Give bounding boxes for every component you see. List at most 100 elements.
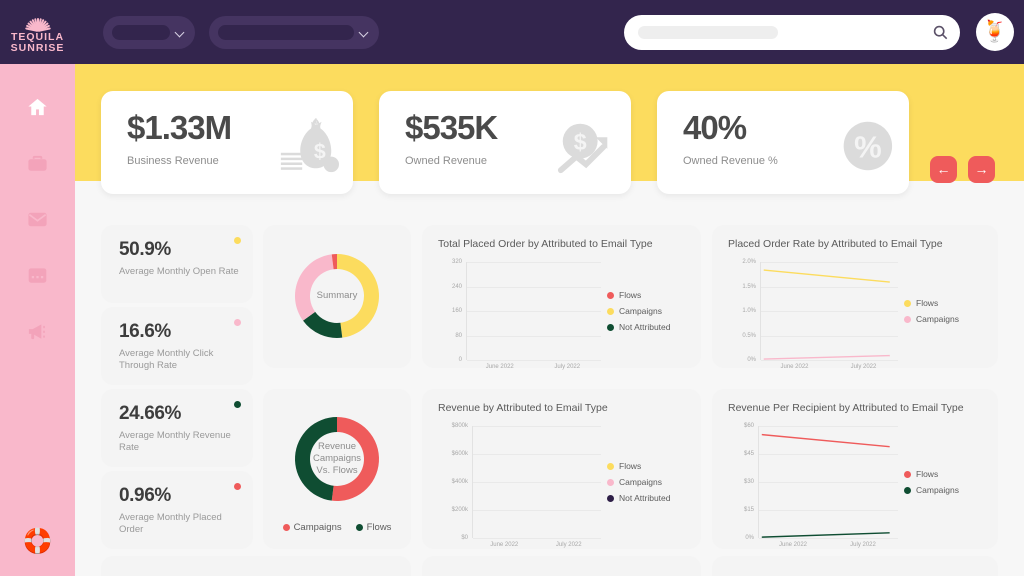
legend-dot xyxy=(607,462,614,470)
filter-select-1[interactable] xyxy=(103,15,195,49)
sidebar-item-campaigns[interactable] xyxy=(17,310,59,352)
kpi-card-owned-revenue: $535K Owned Revenue $ xyxy=(379,91,631,194)
sidebar-item-briefcase[interactable] xyxy=(17,142,59,184)
legend-dot xyxy=(355,524,363,531)
x-tick-label: July 2022 xyxy=(850,364,877,370)
y-tick-label: 80 xyxy=(455,332,462,339)
plot-area xyxy=(760,262,898,361)
y-tick-label: $600k xyxy=(451,451,468,457)
legend-dot xyxy=(282,524,290,531)
legend-label: Campaigns xyxy=(916,314,959,324)
status-dot xyxy=(234,401,241,408)
legend-label: Flows xyxy=(916,469,939,479)
line xyxy=(764,270,890,282)
y-tick-label: $800k xyxy=(451,423,468,429)
svg-text:$: $ xyxy=(574,129,587,155)
stat-label: Average Monthly Open Rate xyxy=(119,266,239,277)
legend-dot xyxy=(607,494,614,502)
chart-legend: Flows Campaigns xyxy=(898,262,984,360)
line xyxy=(762,435,890,447)
grid-line xyxy=(473,538,601,539)
sidebar-item-help[interactable]: 🛟 xyxy=(21,524,55,558)
calendar-icon xyxy=(28,267,47,283)
stat-value: 0.96% xyxy=(119,485,171,506)
chart-title: Placed Order Rate by Attributed to Email… xyxy=(728,238,943,250)
stat-card-revenue-rate: 24.66% Average Monthly Revenue Rate xyxy=(101,389,253,467)
filter-select-2[interactable] xyxy=(209,15,379,49)
y-axis-labels: 0% 0.5% 1.0% 1.5% 2.0% xyxy=(728,259,760,363)
stat-card-open-rate: 50.9% Average Monthly Open Rate xyxy=(101,225,253,303)
x-tick-label: June 2022 xyxy=(780,364,809,370)
svg-text:$: $ xyxy=(314,140,326,164)
search-input[interactable] xyxy=(778,25,933,39)
chevron-down-icon xyxy=(176,28,185,37)
money-bag-icon: $ xyxy=(277,117,339,175)
line xyxy=(764,356,890,360)
search-placeholder-pill xyxy=(638,25,778,39)
legend-item: Flows xyxy=(607,290,687,300)
plot-area xyxy=(758,426,898,539)
kpi-row: $1.33M Business Revenue $ $535K Owned Re… xyxy=(101,91,909,194)
grid-line xyxy=(761,360,898,361)
y-tick-label: 1.0% xyxy=(742,308,756,314)
donut-center-text: Vs. Flows xyxy=(316,465,358,476)
y-tick-label: $30 xyxy=(743,479,754,485)
search-bar[interactable] xyxy=(624,14,960,50)
avatar[interactable]: 🍹 xyxy=(976,13,1014,51)
legend-item: Flows xyxy=(904,469,984,479)
stat-value: 50.9% xyxy=(119,239,171,260)
brand-name-line1: TEQUILA xyxy=(10,30,65,43)
donut-center-label: Summary xyxy=(283,242,391,350)
x-tick-label: June 2022 xyxy=(485,364,514,370)
x-tick-label: June 2022 xyxy=(490,542,519,548)
avatar-glyph: 🍹 xyxy=(981,20,1009,43)
grid-line xyxy=(473,426,601,427)
y-tick-label: $400k xyxy=(451,479,468,485)
sidebar-item-mail[interactable] xyxy=(17,198,59,240)
next-button[interactable]: → xyxy=(968,156,995,183)
pager-controls: ← → xyxy=(930,156,995,183)
prev-button[interactable]: ← xyxy=(930,156,957,183)
y-tick-label: 0.5% xyxy=(742,332,756,339)
stat-card-placed-order: 0.96% Average Monthly Placed Order xyxy=(101,471,253,549)
legend-item: Campaigns xyxy=(607,477,687,487)
donut-center-label: Revenue Campaigns Vs. Flows xyxy=(283,405,391,513)
briefcase-icon xyxy=(28,155,47,171)
legend-dot xyxy=(607,291,614,299)
legend-label: Campaigns xyxy=(619,306,662,316)
legend-label: Campaigns xyxy=(916,485,959,495)
legend-label: Campaigns xyxy=(619,477,662,487)
legend-item-campaigns: Campaigns xyxy=(282,522,342,533)
legend-dot xyxy=(607,478,614,486)
chart-card-revenue-campaigns-vs-flows: Revenue Campaigns Vs. Flows Campaigns Flow… xyxy=(263,389,411,549)
coin-growth-icon: $ xyxy=(555,117,617,175)
chart-legend: Flows Campaigns xyxy=(898,426,984,538)
y-axis-labels: 0 80 160 240 320 xyxy=(438,259,466,363)
sidebar-item-home[interactable] xyxy=(17,86,59,128)
sidebar-item-calendar[interactable] xyxy=(17,254,59,296)
revenue-donut: Revenue Campaigns Vs. Flows xyxy=(283,405,391,513)
y-tick-label: 320 xyxy=(451,259,462,265)
main-content: $1.33M Business Revenue $ $535K Owned Re… xyxy=(75,64,1024,576)
legend-label: Flows xyxy=(366,522,392,533)
bottom-card-2 xyxy=(422,556,701,576)
chart-title: Revenue Per Recipient by Attributed to E… xyxy=(728,402,964,414)
line-series xyxy=(759,426,898,538)
legend-label: Campaigns xyxy=(293,522,342,533)
y-tick-label: 0 xyxy=(458,357,462,363)
summary-donut: Summary xyxy=(283,242,391,350)
y-tick-label: 160 xyxy=(451,308,462,314)
donut-center-text: Summary xyxy=(316,290,358,301)
stat-label: Average Monthly Click Through Rate xyxy=(119,348,214,371)
y-tick-label: 0% xyxy=(745,535,754,541)
x-tick-label: July 2022 xyxy=(850,542,876,548)
legend-dot xyxy=(904,486,911,494)
home-icon xyxy=(28,98,47,115)
search-icon[interactable] xyxy=(933,25,948,40)
plot-area xyxy=(472,426,601,539)
brand-logo[interactable]: TEQUILA SUNRISE xyxy=(0,0,75,64)
x-tick-label: July 2022 xyxy=(555,542,582,548)
y-tick-label: 1.5% xyxy=(742,283,756,290)
status-dot xyxy=(234,483,241,490)
legend-item-flows: Flows xyxy=(355,522,392,533)
